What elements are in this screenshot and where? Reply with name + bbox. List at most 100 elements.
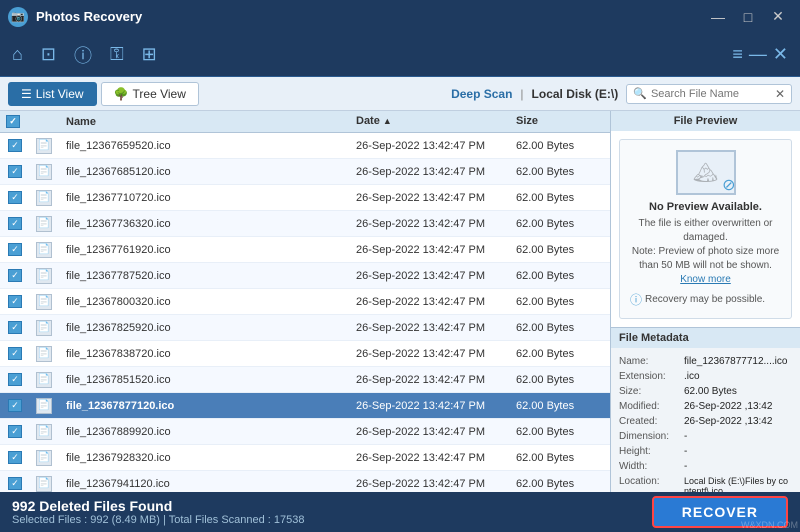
search-input[interactable] bbox=[651, 88, 771, 100]
table-row[interactable]: 📄file_12367838720.ico26-Sep-2022 13:42:4… bbox=[0, 341, 610, 367]
table-row[interactable]: 📄file_12367941120.ico26-Sep-2022 13:42:4… bbox=[0, 471, 610, 492]
file-date: 26-Sep-2022 13:42:47 PM bbox=[350, 319, 510, 337]
file-name: file_12367800320.ico bbox=[60, 293, 350, 311]
row-checkbox[interactable] bbox=[0, 162, 30, 181]
file-name: file_12367736320.ico bbox=[60, 215, 350, 233]
row-checkbox[interactable] bbox=[0, 396, 30, 415]
table-row[interactable]: 📄file_12367928320.ico26-Sep-2022 13:42:4… bbox=[0, 445, 610, 471]
table-row[interactable]: 📄file_12367761920.ico26-Sep-2022 13:42:4… bbox=[0, 237, 610, 263]
checkbox-icon[interactable] bbox=[8, 373, 22, 386]
minimize-button[interactable]: — bbox=[704, 7, 732, 27]
table-row[interactable]: 📄file_12367877120.ico26-Sep-2022 13:42:4… bbox=[0, 393, 610, 419]
meta-created-row: Created: 26-Sep-2022 ,13:42 bbox=[619, 416, 792, 427]
search-box: 🔍 ✕ bbox=[626, 84, 792, 104]
checkbox-icon[interactable] bbox=[8, 477, 22, 490]
sort-arrow-icon: ▲ bbox=[383, 116, 392, 126]
list-view-tab[interactable]: ☰ List View bbox=[8, 82, 97, 106]
info-circle-icon: ⓘ bbox=[630, 291, 642, 308]
app-title: Photos Recovery bbox=[36, 9, 142, 24]
close-button[interactable]: ✕ bbox=[764, 7, 792, 27]
toolbar: ☰ List View 🌳 Tree View Deep Scan | Loca… bbox=[0, 77, 800, 111]
file-date: 26-Sep-2022 13:42:47 PM bbox=[350, 293, 510, 311]
table-row[interactable]: 📄file_12367710720.ico26-Sep-2022 13:42:4… bbox=[0, 185, 610, 211]
metadata-section: File Metadata Name: file_12367877712....… bbox=[611, 328, 800, 492]
row-checkbox[interactable] bbox=[0, 240, 30, 259]
checkbox-icon[interactable] bbox=[8, 321, 22, 334]
key-icon[interactable]: ⚿ bbox=[110, 44, 124, 65]
info-icon[interactable]: ⓘ bbox=[74, 42, 92, 68]
checkbox-icon[interactable] bbox=[8, 217, 22, 230]
know-more-link[interactable]: Know more bbox=[680, 274, 731, 285]
date-column-header: Date ▲ bbox=[350, 115, 510, 128]
checkbox-icon[interactable] bbox=[8, 347, 22, 360]
meta-modified-value: 26-Sep-2022 ,13:42 bbox=[684, 401, 772, 412]
search-clear-button[interactable]: ✕ bbox=[775, 87, 785, 101]
row-checkbox[interactable] bbox=[0, 292, 30, 311]
row-checkbox[interactable] bbox=[0, 318, 30, 337]
file-size: 62.00 Bytes bbox=[510, 423, 610, 441]
table-row[interactable]: 📄file_12367659520.ico26-Sep-2022 13:42:4… bbox=[0, 133, 610, 159]
checkbox-icon[interactable] bbox=[8, 399, 22, 412]
select-all-checkbox[interactable] bbox=[6, 115, 20, 128]
table-row[interactable]: 📄file_12367889920.ico26-Sep-2022 13:42:4… bbox=[0, 419, 610, 445]
preview-image bbox=[676, 150, 736, 195]
scan-icon[interactable]: ⊡ bbox=[41, 44, 56, 65]
meta-height-row: Height: - bbox=[619, 446, 792, 457]
header-icon-col bbox=[30, 115, 60, 128]
file-size: 62.00 Bytes bbox=[510, 371, 610, 389]
preview-section: File Preview No Preview Available. The f… bbox=[611, 111, 800, 328]
meta-name-row: Name: file_12367877712....ico bbox=[619, 356, 792, 367]
meta-modified-row: Modified: 26-Sep-2022 ,13:42 bbox=[619, 401, 792, 412]
grid-icon[interactable]: ⊞ bbox=[142, 44, 157, 65]
row-checkbox[interactable] bbox=[0, 448, 30, 467]
checkbox-icon[interactable] bbox=[8, 139, 22, 152]
checkbox-icon[interactable] bbox=[8, 191, 22, 204]
note-text: Note: Preview of photo size more than 50… bbox=[632, 246, 779, 271]
checkbox-icon[interactable] bbox=[8, 243, 22, 256]
local-disk-label: Local Disk (E:\) bbox=[532, 87, 619, 101]
table-row[interactable]: 📄file_12367736320.ico26-Sep-2022 13:42:4… bbox=[0, 211, 610, 237]
file-size: 62.00 Bytes bbox=[510, 319, 610, 337]
file-date: 26-Sep-2022 13:42:47 PM bbox=[350, 163, 510, 181]
row-checkbox[interactable] bbox=[0, 422, 30, 441]
selected-files-info: Selected Files : 992 (8.49 MB) | Total F… bbox=[12, 514, 305, 526]
file-size: 62.00 Bytes bbox=[510, 449, 610, 467]
file-date: 26-Sep-2022 13:42:47 PM bbox=[350, 241, 510, 259]
meta-size-value: 62.00 Bytes bbox=[684, 386, 737, 397]
nav-close-icon[interactable]: ✕ bbox=[773, 44, 788, 65]
meta-ext-label: Extension: bbox=[619, 371, 684, 382]
file-name: file_12367889920.ico bbox=[60, 423, 350, 441]
row-checkbox[interactable] bbox=[0, 188, 30, 207]
file-list: Name Date ▲ Size 📄file_12367659520.ico26… bbox=[0, 111, 610, 492]
table-row[interactable]: 📄file_12367800320.ico26-Sep-2022 13:42:4… bbox=[0, 289, 610, 315]
checkbox-icon[interactable] bbox=[8, 269, 22, 282]
row-checkbox[interactable] bbox=[0, 474, 30, 492]
file-icon: 📄 bbox=[30, 317, 60, 339]
table-row[interactable]: 📄file_12367685120.ico26-Sep-2022 13:42:4… bbox=[0, 159, 610, 185]
title-bar: 📷 Photos Recovery — □ ✕ bbox=[0, 0, 800, 33]
file-name: file_12367659520.ico bbox=[60, 137, 350, 155]
metadata-header: File Metadata bbox=[611, 328, 800, 348]
meta-size-label: Size: bbox=[619, 386, 684, 397]
maximize-button[interactable]: □ bbox=[734, 7, 762, 27]
table-row[interactable]: 📄file_12367851520.ico26-Sep-2022 13:42:4… bbox=[0, 367, 610, 393]
file-icon: 📄 bbox=[30, 187, 60, 209]
row-checkbox[interactable] bbox=[0, 344, 30, 363]
home-icon[interactable]: ⌂ bbox=[12, 44, 23, 65]
nav-minimize-icon[interactable]: — bbox=[749, 44, 767, 65]
tree-view-icon: 🌳 bbox=[114, 87, 129, 101]
table-row[interactable]: 📄file_12367787520.ico26-Sep-2022 13:42:4… bbox=[0, 263, 610, 289]
menu-icon[interactable]: ≡ bbox=[732, 44, 743, 65]
row-checkbox[interactable] bbox=[0, 214, 30, 233]
row-checkbox[interactable] bbox=[0, 370, 30, 389]
checkbox-icon[interactable] bbox=[8, 165, 22, 178]
file-name: file_12367685120.ico bbox=[60, 163, 350, 181]
bottom-bar: 992 Deleted Files Found Selected Files :… bbox=[0, 492, 800, 532]
checkbox-icon[interactable] bbox=[8, 451, 22, 464]
row-checkbox[interactable] bbox=[0, 266, 30, 285]
checkbox-icon[interactable] bbox=[8, 425, 22, 438]
tree-view-tab[interactable]: 🌳 Tree View bbox=[101, 82, 199, 106]
row-checkbox[interactable] bbox=[0, 136, 30, 155]
checkbox-icon[interactable] bbox=[8, 295, 22, 308]
table-row[interactable]: 📄file_12367825920.ico26-Sep-2022 13:42:4… bbox=[0, 315, 610, 341]
